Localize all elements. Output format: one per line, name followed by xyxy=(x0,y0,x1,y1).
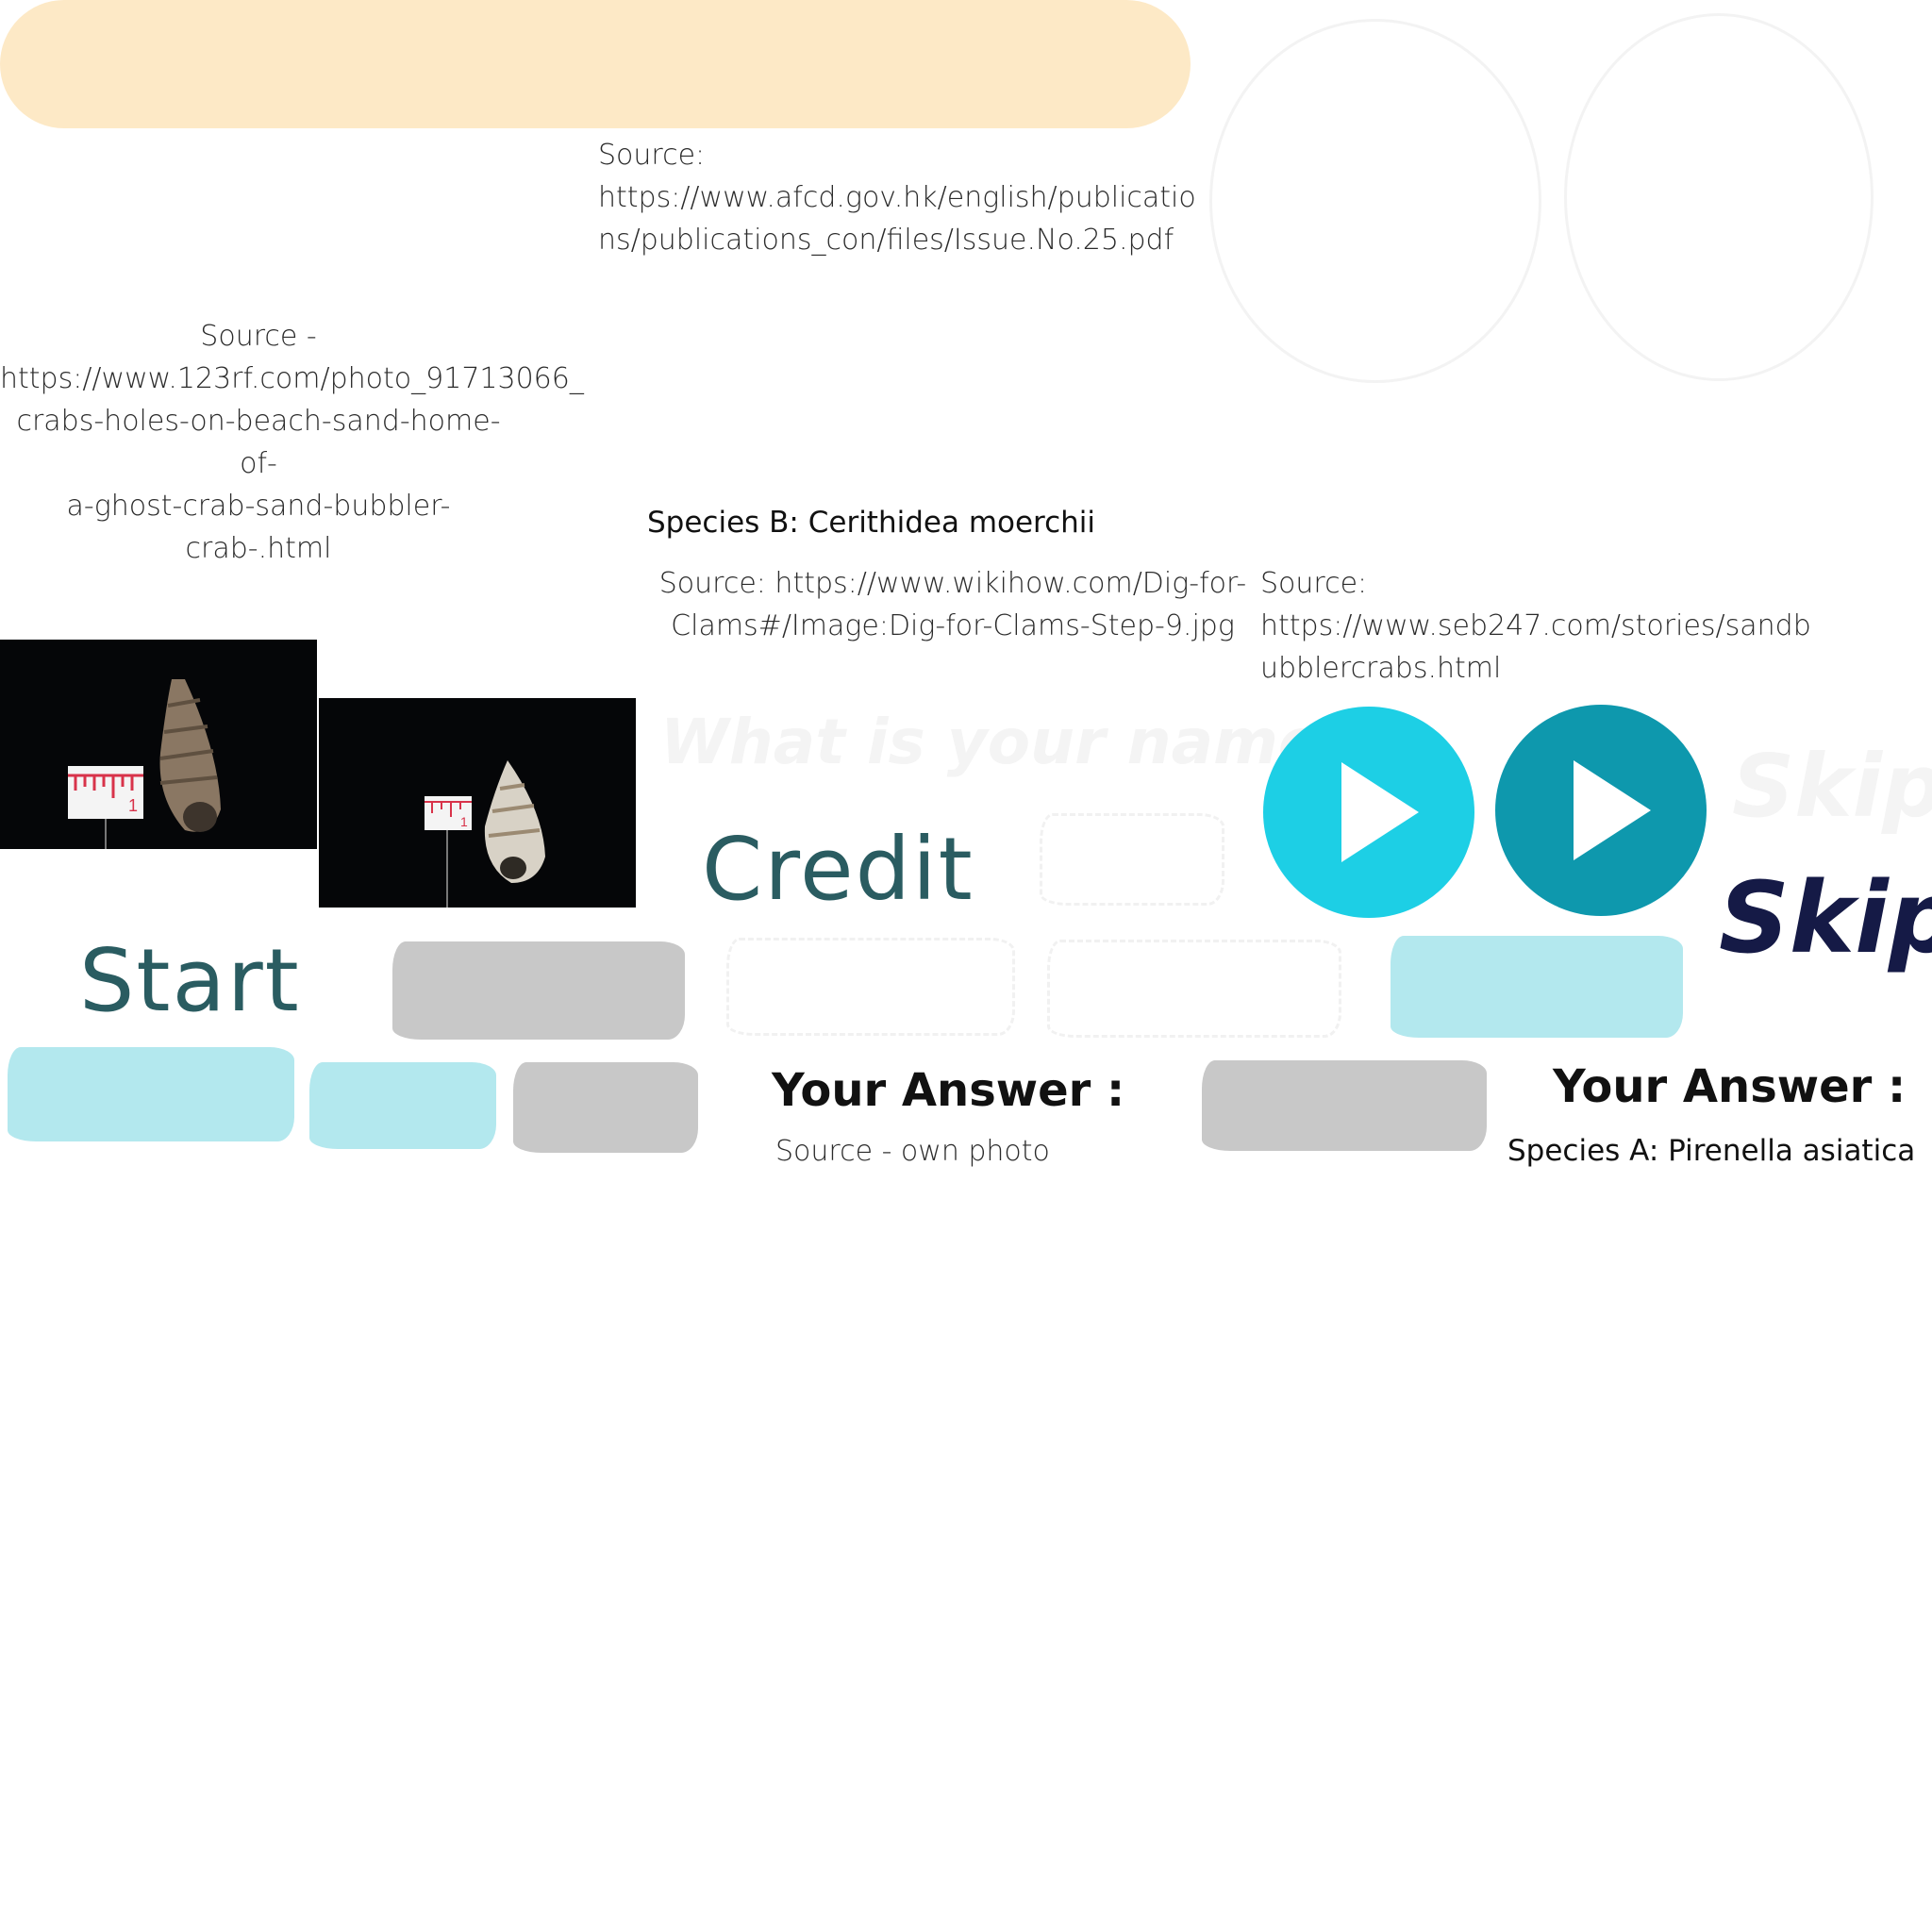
svg-text:1: 1 xyxy=(460,814,468,829)
faint-circle-right xyxy=(1564,13,1874,381)
swatch-white-2 xyxy=(726,938,1015,1036)
shell-photo-species-b: 1 xyxy=(0,640,317,849)
faint-circle-left xyxy=(1209,19,1541,383)
source-seb247: Source: https://www.seb247.com/stories/s… xyxy=(1260,567,1811,685)
play-button-light[interactable] xyxy=(1262,706,1475,919)
swatch-white-3 xyxy=(1047,940,1341,1038)
swatch-white-1 xyxy=(1040,813,1224,906)
source-123rf: Source - https://www.123rf.com/photo_917… xyxy=(0,320,584,565)
shell-photo-species-a: 1 xyxy=(319,698,636,908)
species-a-label: Species A: Pirenella asiatica xyxy=(1507,1134,1916,1168)
swatch-grey-3[interactable] xyxy=(1202,1060,1487,1151)
source-wikihow: Source: https://www.wikihow.com/Dig-for-… xyxy=(658,567,1247,642)
swatch-grey-2[interactable] xyxy=(513,1062,698,1153)
source-afcd: Source: https://www.afcd.gov.hk/english/… xyxy=(598,139,1196,257)
swatch-cyan-1[interactable] xyxy=(1391,936,1683,1038)
credit-button[interactable]: Credit xyxy=(702,819,974,920)
name-prompt-ghost: What is your name? xyxy=(660,706,1357,778)
banner-pill xyxy=(0,0,1191,128)
swatch-cyan-2[interactable] xyxy=(8,1047,294,1141)
play-button-dark[interactable] xyxy=(1494,704,1707,917)
svg-text:1: 1 xyxy=(128,796,138,815)
your-answer-label-left: Your Answer : xyxy=(772,1064,1125,1117)
swatch-grey-1[interactable] xyxy=(392,941,685,1040)
skip-ghost-text: Skip xyxy=(1732,736,1932,837)
source-own-photo: Source - own photo xyxy=(775,1135,1050,1168)
play-icon xyxy=(1495,705,1707,916)
skip-button[interactable]: Skip xyxy=(1719,860,1932,975)
swatch-cyan-3[interactable] xyxy=(309,1062,496,1149)
your-answer-label-right: Your Answer : xyxy=(1553,1060,1907,1113)
play-icon xyxy=(1263,707,1474,918)
start-button[interactable]: Start xyxy=(79,930,301,1031)
species-b-label: Species B: Cerithidea moerchii xyxy=(647,506,1096,540)
